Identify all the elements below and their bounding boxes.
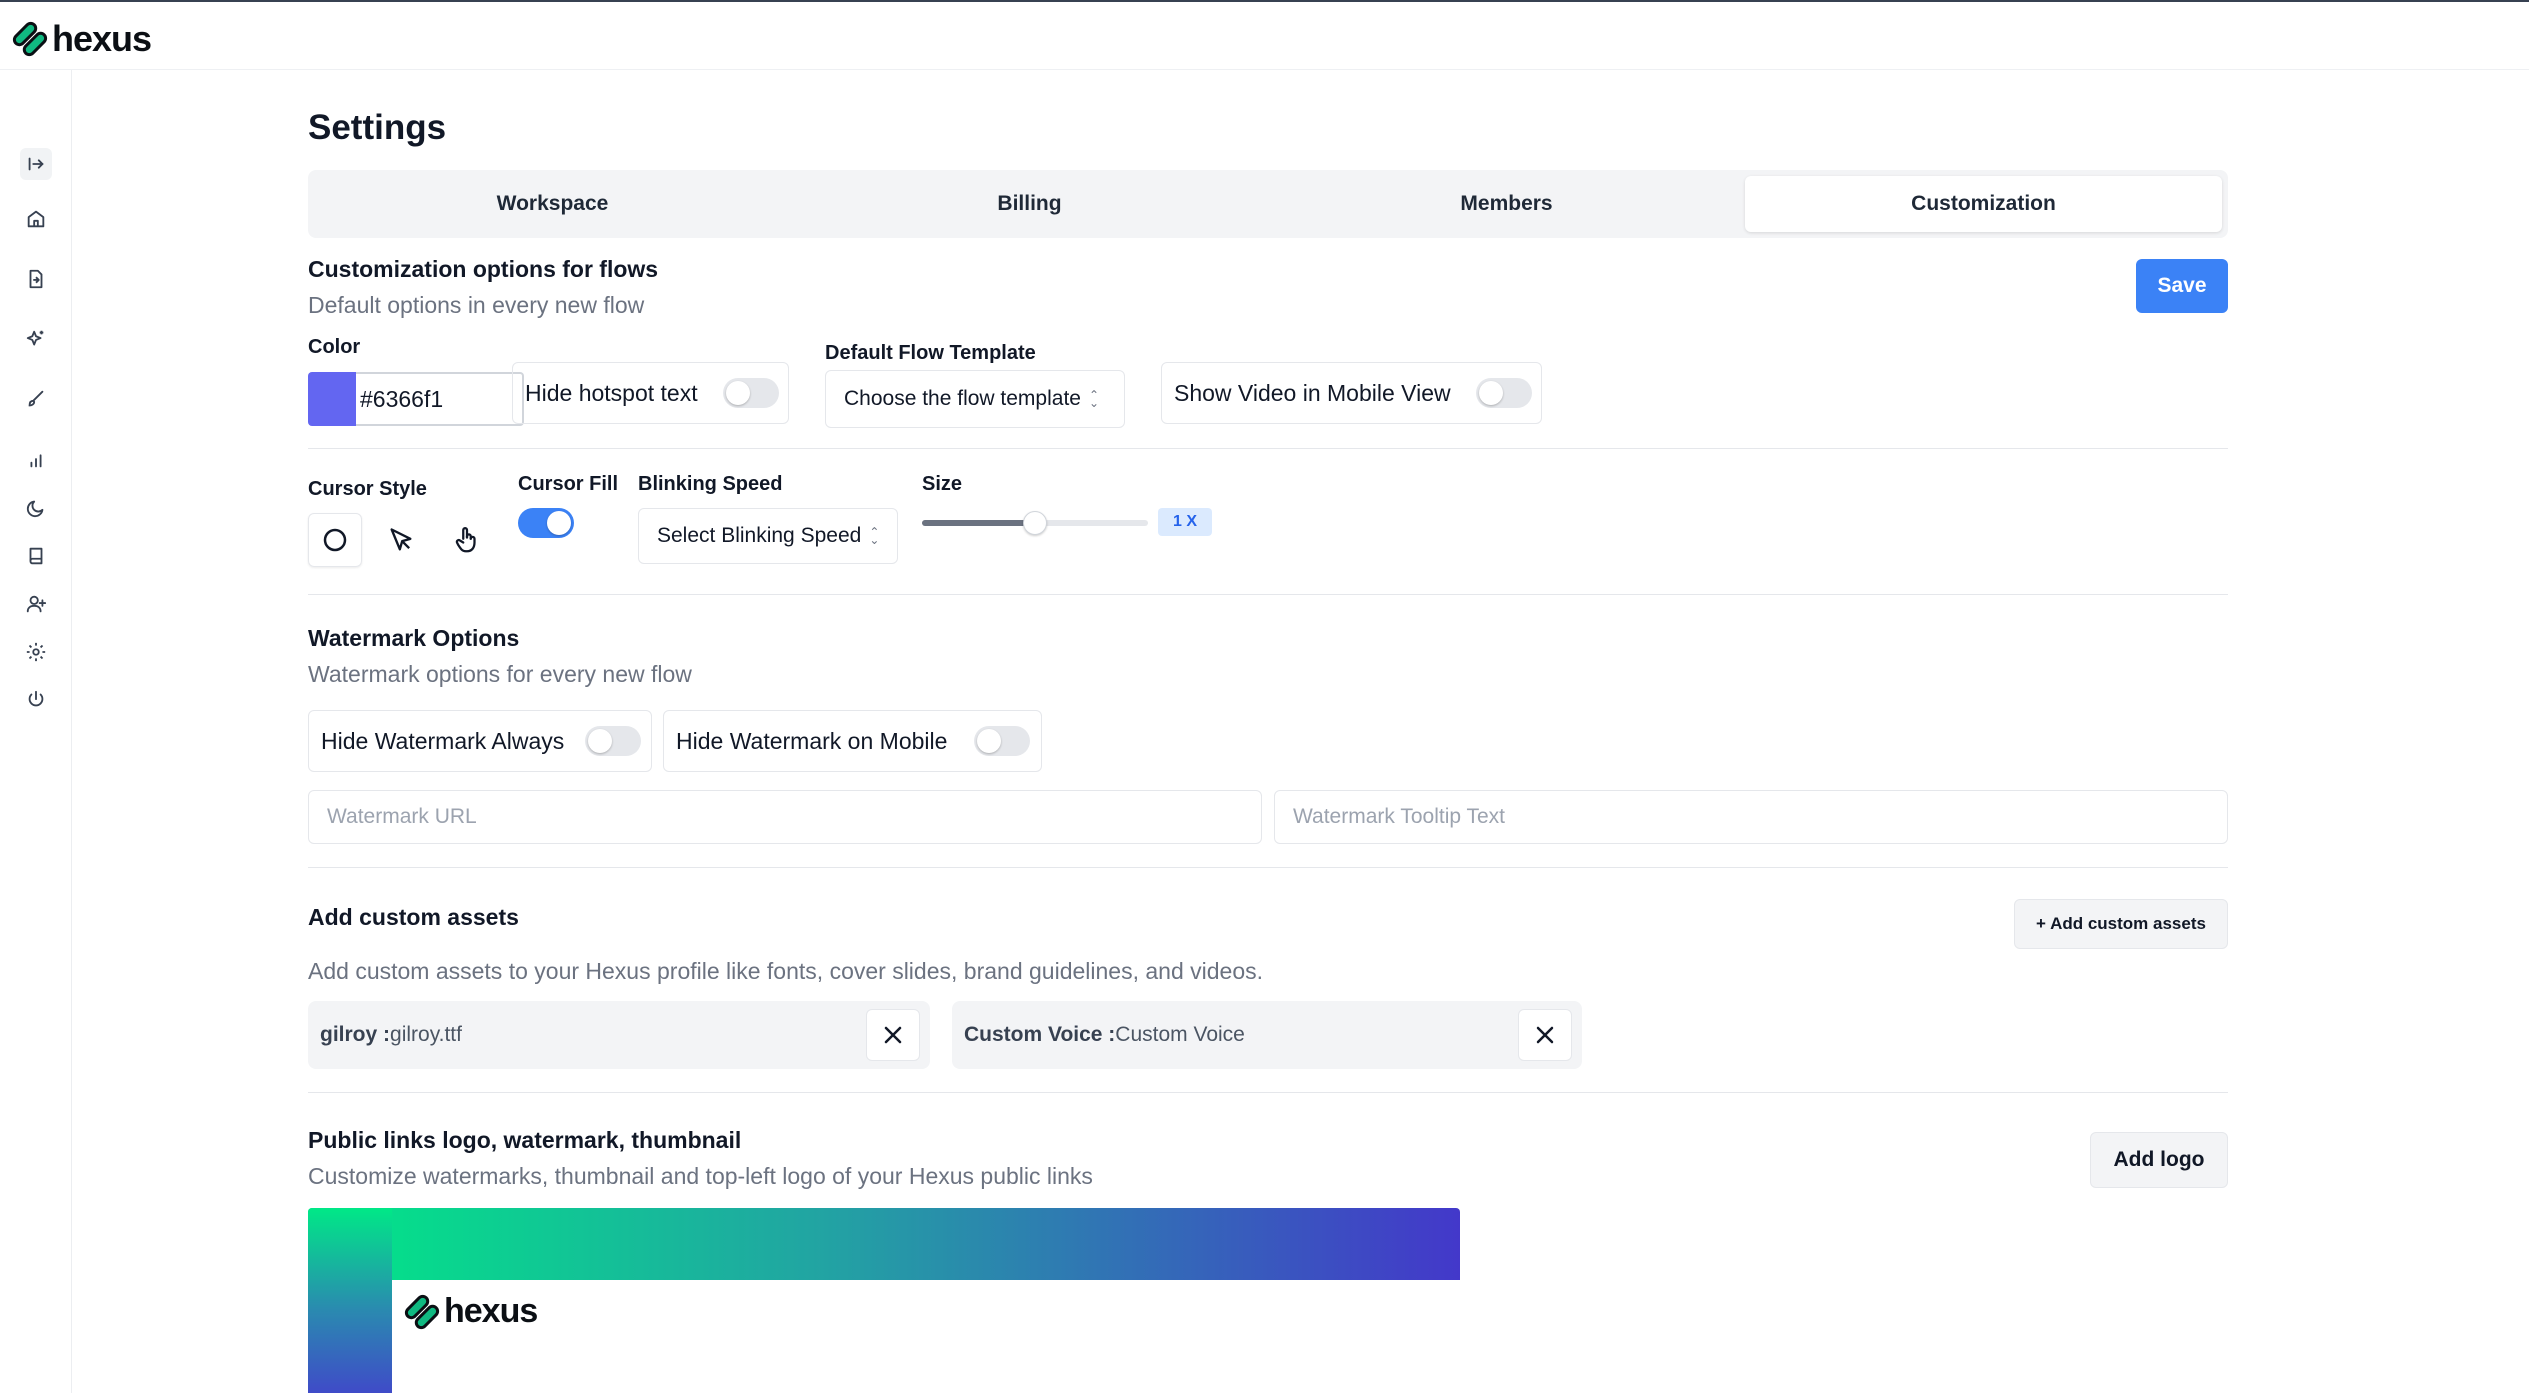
flow-template-select[interactable]: Choose the flow template ⌃ ⌄ — [825, 370, 1125, 428]
size-slider-fill — [922, 520, 1035, 526]
show-video-label: Show Video in Mobile View — [1174, 379, 1451, 406]
divider — [308, 867, 2228, 868]
settings-tabs: Workspace Billing Members Customization — [308, 170, 2228, 238]
customization-subtitle: Default options in every new flow — [308, 292, 645, 318]
watermark-url-input[interactable]: Watermark URL — [308, 790, 1262, 844]
brand-name: hexus — [52, 18, 152, 59]
brush-icon[interactable] — [20, 383, 52, 415]
hide-watermark-mobile-label: Hide Watermark on Mobile — [676, 727, 948, 754]
sidebar — [0, 70, 72, 1393]
file-share-icon[interactable] — [20, 263, 52, 295]
hide-watermark-mobile-box: Hide Watermark on Mobile — [663, 710, 1042, 772]
customization-title: Customization options for flows — [308, 256, 659, 282]
add-logo-button[interactable]: Add logo — [2090, 1132, 2228, 1188]
blinking-speed-value: Select Blinking Speed — [657, 524, 862, 547]
user-plus-icon[interactable] — [20, 588, 52, 620]
hide-hotspot-switch[interactable] — [723, 378, 779, 408]
arrow-cursor-icon — [390, 528, 412, 551]
cursor-style-hand[interactable] — [440, 513, 494, 567]
preview-gradient-top — [308, 1208, 1460, 1280]
select-chevron-icon: ⌃ ⌄ — [869, 525, 880, 547]
size-slider[interactable] — [922, 511, 1148, 535]
show-video-switch[interactable] — [1476, 378, 1532, 408]
asset-key: gilroy : — [320, 1023, 391, 1046]
blinking-speed-label: Blinking Speed — [638, 473, 783, 495]
assets-description: Add custom assets to your Hexus profile … — [308, 958, 1263, 984]
show-video-toggle-box: Show Video in Mobile View — [1161, 362, 1542, 424]
public-link-preview: hexus — [308, 1208, 1460, 1393]
asset-chip: gilroy : gilroy.ttf — [308, 1001, 930, 1069]
tab-billing[interactable]: Billing — [791, 176, 1268, 232]
close-icon — [884, 1026, 902, 1044]
close-icon — [1536, 1026, 1554, 1044]
public-links-title: Public links logo, watermark, thumbnail — [308, 1127, 742, 1153]
watermark-title: Watermark Options — [308, 625, 520, 651]
book-icon[interactable] — [20, 540, 52, 572]
remove-asset-button[interactable] — [866, 1009, 920, 1061]
moon-icon[interactable] — [20, 492, 52, 524]
preview-gradient-left — [308, 1208, 392, 1393]
cursor-style-arrow[interactable] — [374, 513, 428, 567]
tab-members[interactable]: Members — [1268, 176, 1745, 232]
watermark-subtitle: Watermark options for every new flow — [308, 661, 692, 687]
cursor-style-label: Cursor Style — [308, 478, 427, 500]
power-icon[interactable] — [20, 684, 52, 716]
divider — [308, 1092, 2228, 1093]
color-hex-input[interactable]: #6366f1 — [356, 372, 524, 426]
asset-value: Custom Voice — [1115, 1023, 1245, 1046]
circle-cursor-icon — [323, 528, 347, 552]
preview-logo: hexus — [404, 1292, 538, 1331]
asset-value: gilroy.ttf — [390, 1023, 462, 1046]
size-value-badge: 1 X — [1158, 508, 1212, 536]
color-swatch[interactable] — [308, 372, 356, 426]
hide-hotspot-toggle-box: Hide hotspot text — [512, 362, 789, 424]
assets-title: Add custom assets — [308, 904, 519, 930]
asset-chip: Custom Voice : Custom Voice — [952, 1001, 1582, 1069]
hexus-logo-icon — [12, 21, 48, 57]
hide-watermark-always-label: Hide Watermark Always — [321, 727, 565, 754]
home-icon[interactable] — [20, 203, 52, 235]
divider — [308, 594, 2228, 595]
size-slider-thumb[interactable] — [1023, 511, 1047, 535]
tab-workspace[interactable]: Workspace — [314, 176, 791, 232]
gear-icon[interactable] — [20, 636, 52, 668]
top-bar: hexus — [0, 2, 2529, 70]
hide-watermark-mobile-switch[interactable] — [974, 726, 1030, 756]
page-title: Settings — [308, 108, 447, 147]
collapse-arrow-icon[interactable] — [20, 148, 52, 180]
cursor-fill-label: Cursor Fill — [518, 473, 619, 495]
cursor-style-circle[interactable] — [308, 513, 362, 567]
color-label: Color — [308, 336, 361, 358]
watermark-tooltip-input[interactable]: Watermark Tooltip Text — [1274, 790, 2228, 844]
hand-cursor-icon — [455, 527, 476, 553]
hide-watermark-always-box: Hide Watermark Always — [308, 710, 652, 772]
remove-asset-button[interactable] — [1518, 1009, 1572, 1061]
bar-chart-icon[interactable] — [20, 443, 52, 475]
asset-key: Custom Voice : — [964, 1023, 1116, 1046]
save-button[interactable]: Save — [2136, 259, 2228, 313]
flow-template-value: Choose the flow template — [844, 387, 1081, 410]
template-label: Default Flow Template — [825, 342, 1036, 364]
hide-watermark-always-switch[interactable] — [585, 726, 641, 756]
preview-logo-text: hexus — [444, 1292, 538, 1330]
blinking-speed-select[interactable]: Select Blinking Speed ⌃ ⌄ — [638, 508, 898, 564]
tab-customization[interactable]: Customization — [1745, 176, 2222, 232]
hide-hotspot-label: Hide hotspot text — [525, 379, 698, 406]
brand-logo[interactable]: hexus — [12, 18, 152, 60]
add-custom-assets-button[interactable]: + Add custom assets — [2014, 899, 2228, 949]
hexus-logo-icon — [404, 1294, 440, 1329]
divider — [308, 448, 2228, 449]
select-chevron-icon: ⌃ ⌄ — [1088, 388, 1100, 410]
size-label: Size — [922, 473, 963, 495]
cursor-fill-switch[interactable] — [518, 508, 574, 538]
sparkles-icon[interactable] — [20, 323, 52, 355]
public-links-subtitle: Customize watermarks, thumbnail and top-… — [308, 1163, 1093, 1189]
